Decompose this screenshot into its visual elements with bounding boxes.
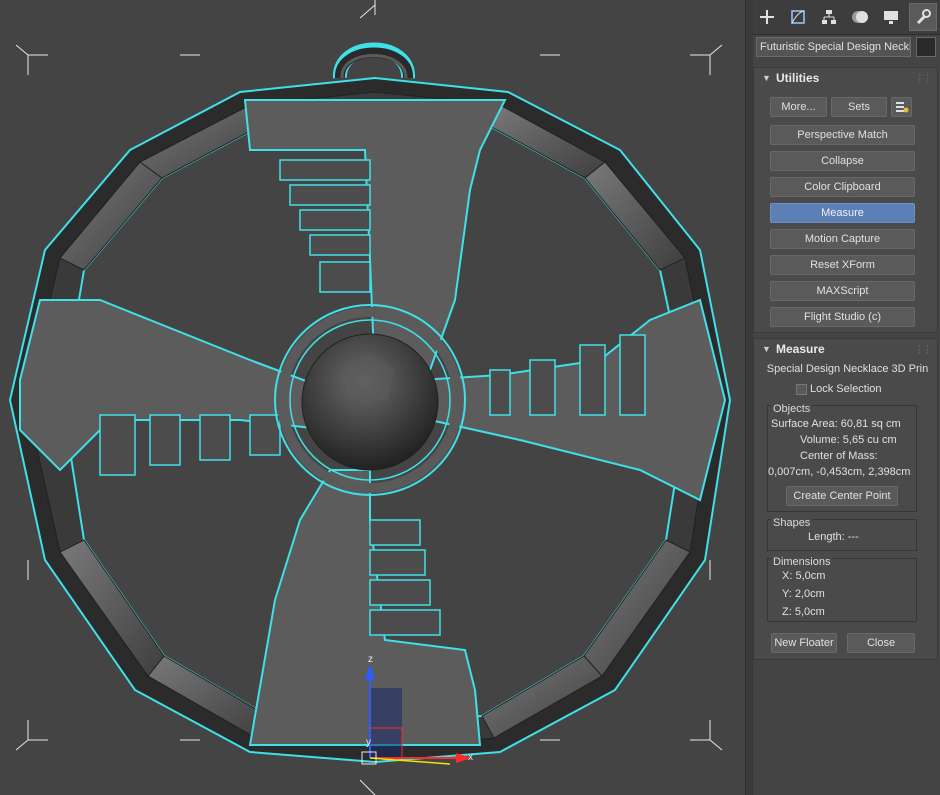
hierarchy-tab[interactable] [815,3,843,31]
motion-tab[interactable] [846,3,874,31]
flight-studio-button[interactable]: Flight Studio (c) [770,307,915,327]
utilities-rollout: ▼ Utilities ⋮⋮ More... Sets Perspective … [753,67,938,333]
create-center-point-button[interactable]: Create Center Point [786,486,898,506]
collapse-triangle-icon: ▼ [762,344,771,354]
lock-selection-label: Lock Selection [810,383,882,395]
display-icon [884,11,898,24]
utilities-rollout-header[interactable]: ▼ Utilities ⋮⋮ [754,68,937,88]
close-button[interactable]: Close [847,633,915,653]
volume-value: Volume: 5,65 cu cm [800,434,897,446]
reset-xform-button[interactable]: Reset XForm [770,255,915,275]
sets-button[interactable]: Sets [831,97,887,117]
gizmo-z-label: z [368,654,373,665]
measure-rollout: ▼ Measure ⋮⋮ Special Design Necklace 3D … [753,338,938,660]
object-color-swatch[interactable] [916,37,936,57]
shapes-group: Shapes Length: --- [767,517,917,551]
measure-rollout-header[interactable]: ▼ Measure ⋮⋮ [754,339,937,359]
gizmo-x-label: x [468,752,473,763]
utilities-tab[interactable] [909,3,937,31]
dimensions-group-label: Dimensions [771,556,833,568]
display-tab[interactable] [877,3,905,31]
shapes-group-label: Shapes [771,517,813,529]
drag-grip-icon: ⋮⋮ [915,73,932,83]
dimension-y-value: Y: 2,0cm [782,588,825,600]
dimension-x-value: X: 5,0cm [782,570,826,582]
measure-button[interactable]: Measure [770,203,915,223]
collapse-triangle-icon: ▼ [762,73,771,83]
utilities-title: Utilities [776,71,820,85]
center-hub [274,304,466,496]
object-name-field[interactable]: Futuristic Special Design Necklac [756,37,911,57]
measured-object-name: Special Design Necklace 3D Prin [766,363,929,375]
collapse-button[interactable]: Collapse [770,151,915,171]
more-button[interactable]: More... [770,97,827,117]
drag-grip-icon: ⋮⋮ [915,344,932,354]
center-of-mass-value: 0,007cm, -0,453cm, 2,398cm [768,466,911,478]
command-panel: Futuristic Special Design Necklac ▼ Util… [753,0,940,795]
objects-group: Objects Surface Area: 60,81 sq cm Volume… [767,403,917,512]
objects-group-label: Objects [771,403,813,415]
front-viewport[interactable]: z x y [0,0,745,795]
new-floater-button[interactable]: New Floater [771,633,837,653]
configure-sets-icon [895,102,908,113]
necklace-bail [333,42,415,79]
dimension-z-value: Z: 5,0cm [782,606,825,618]
motion-capture-button[interactable]: Motion Capture [770,229,915,249]
surface-area-value: Surface Area: 60,81 sq cm [771,418,901,430]
create-icon [760,10,774,24]
lock-selection-checkbox[interactable] [796,384,807,395]
perspective-match-button[interactable]: Perspective Match [770,125,915,145]
center-of-mass-label: Center of Mass: [800,450,878,462]
command-panel-tabs [753,0,940,35]
modify-tab[interactable] [784,3,812,31]
length-value: Length: --- [808,531,859,543]
measure-title: Measure [776,342,825,356]
configure-sets-button[interactable] [891,97,912,117]
necklace-model[interactable]: z x y [0,0,745,795]
dimensions-group: Dimensions X: 5,0cm Y: 2,0cm Z: 5,0cm [767,556,917,622]
gizmo-y-label: y [366,737,371,748]
utilities-icon [916,9,931,25]
modify-icon [791,10,805,24]
create-tab[interactable] [753,3,781,31]
motion-icon [852,11,868,23]
hierarchy-icon [822,10,836,24]
maxscript-button[interactable]: MAXScript [770,281,915,301]
color-clipboard-button[interactable]: Color Clipboard [770,177,915,197]
